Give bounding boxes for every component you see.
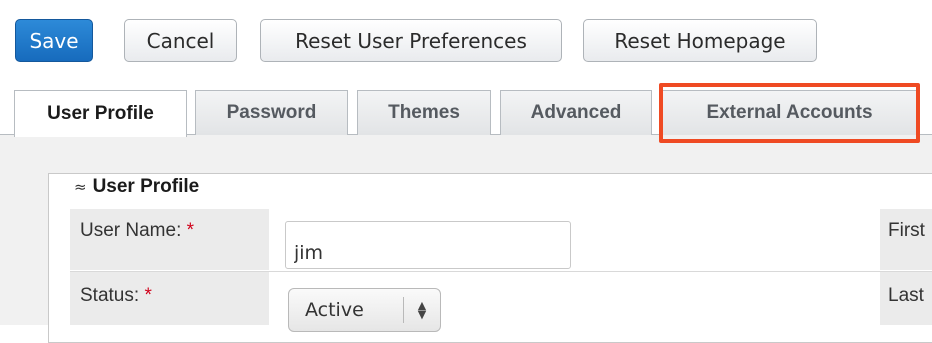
status-label: Status: * — [80, 285, 152, 306]
tab-themes[interactable]: Themes — [357, 90, 491, 135]
required-asterisk: * — [144, 285, 152, 306]
status-value: Active — [305, 299, 364, 321]
section-header[interactable]: ≈ User Profile — [74, 176, 199, 198]
tab-advanced[interactable]: Advanced — [500, 90, 652, 135]
username-input[interactable] — [285, 221, 571, 269]
up-down-arrows-icon: ▲ ▼ — [417, 299, 427, 321]
last-name-label: Last — [888, 285, 924, 306]
cancel-button[interactable]: Cancel — [124, 19, 237, 62]
double-chevron-up-icon: ≈ — [74, 178, 87, 196]
tab-password[interactable]: Password — [195, 90, 348, 135]
section-title: User Profile — [92, 176, 200, 197]
external-accounts-highlight-box — [659, 83, 920, 143]
username-label: User Name: * — [80, 220, 195, 241]
reset-homepage-button[interactable]: Reset Homepage — [583, 19, 817, 62]
required-asterisk: * — [186, 220, 195, 241]
reset-user-preferences-button[interactable]: Reset User Preferences — [260, 19, 562, 62]
first-name-label: First — [888, 220, 925, 241]
status-select[interactable]: Active ▲ ▼ — [288, 288, 441, 332]
tab-user-profile[interactable]: User Profile — [14, 90, 187, 137]
save-button[interactable]: Save — [15, 19, 93, 62]
